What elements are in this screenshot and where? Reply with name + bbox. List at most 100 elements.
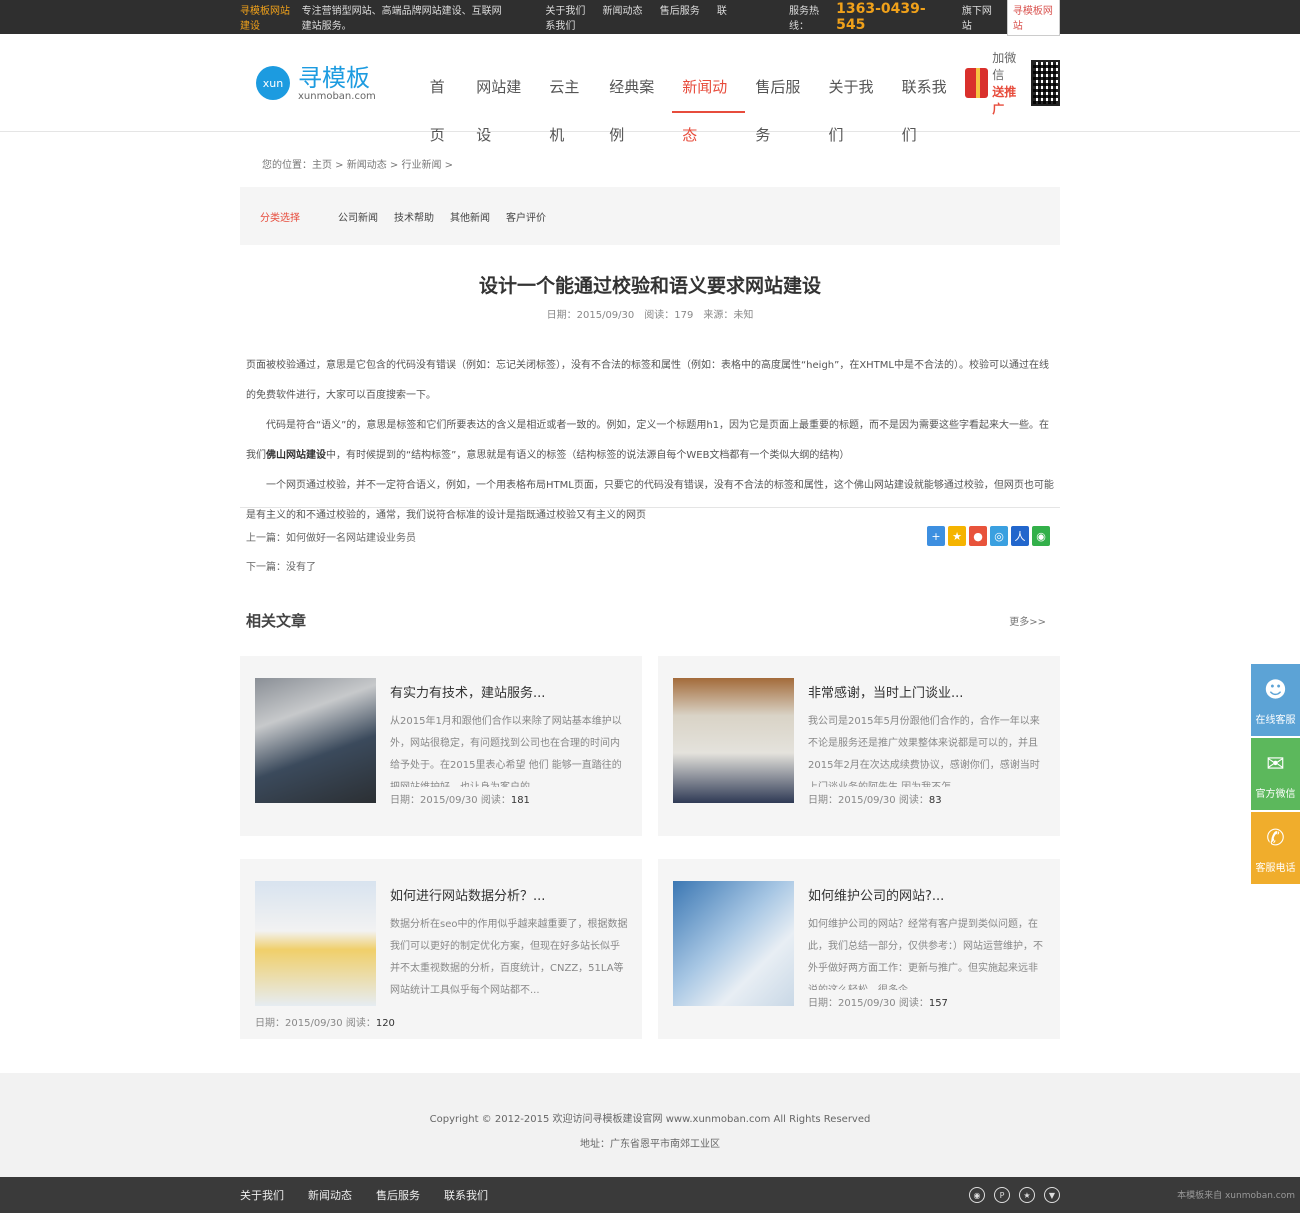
card-date: 日期：2015/09/30 阅读： <box>808 998 929 1009</box>
service-phone-button[interactable]: ✆ 客服电话 <box>1251 812 1300 884</box>
promo-line-2: 送推广 <box>992 85 1017 116</box>
share-tencent-icon[interactable]: ◎ <box>990 526 1008 546</box>
related-heading: 相关文章 <box>246 611 307 630</box>
nav-contact[interactable]: 联系我们 <box>892 63 965 144</box>
card-meta: 日期：2015/09/30 阅读：83 <box>808 791 1046 806</box>
logo[interactable]: xun 寻模板 xunmoban.com <box>240 65 396 102</box>
bottom-link-contact[interactable]: 联系我们 <box>444 1187 488 1203</box>
sister-sites-link[interactable]: 旗下网站 <box>962 2 995 32</box>
gift-icon <box>964 68 989 98</box>
card-thumbnail[interactable] <box>255 881 376 1006</box>
related-card[interactable]: 非常感谢，当时上门谈业... 我公司是2015年5月份跟他们合作的，合作一年以来… <box>658 656 1060 836</box>
logo-domain: xunmoban.com <box>298 90 376 102</box>
share-wechat-icon[interactable]: ◉ <box>1032 526 1050 546</box>
share-renren-icon[interactable]: 人 <box>1011 526 1029 546</box>
bottom-link-service[interactable]: 售后服务 <box>376 1187 420 1203</box>
location-icon[interactable]: ▼ <box>1044 1187 1060 1203</box>
copyright-text: Copyright © 2012-2015 欢迎访问寻模板建设官网 www.xu… <box>429 1114 871 1125</box>
share-bar: + ★ ● ◎ 人 ◉ <box>924 526 1050 546</box>
logo-title: 寻模板 <box>298 63 370 92</box>
share-weibo-icon[interactable]: ● <box>969 526 987 546</box>
promo-line-1: 加微信 <box>992 51 1017 82</box>
card-date: 日期：2015/09/30 阅读： <box>390 795 511 806</box>
top-link-about[interactable]: 关于我们 <box>545 6 585 17</box>
nav-website-build[interactable]: 网站建设 <box>466 63 539 144</box>
side-float-panel: ☻ 在线客服 ✉ 官方微信 ✆ 客服电话 <box>1251 664 1300 886</box>
card-meta: 日期：2015/09/30 阅读：120 <box>255 1014 395 1029</box>
address-text: 地址：广东省恩平市南郊工业区 <box>580 1139 720 1150</box>
footer: Copyright © 2012-2015 欢迎访问寻模板建设官网 www.xu… <box>0 1073 1300 1177</box>
article-title: 设计一个能通过校验和语义要求网站建设 <box>478 275 821 297</box>
article-meta: 日期：2015/09/30 阅读：179 来源：未知 <box>546 310 754 321</box>
category-company-news[interactable]: 公司新闻 <box>338 209 378 224</box>
side-label: 在线客服 <box>1255 715 1296 726</box>
card-meta: 日期：2015/09/30 阅读：181 <box>390 791 628 806</box>
card-title[interactable]: 非常感谢，当时上门谈业... <box>808 682 1046 701</box>
prev-next-nav: 上一篇：如何做好一名网站建设业务员 下一篇：没有了 + ★ ● ◎ 人 ◉ <box>240 508 1060 586</box>
nav-about[interactable]: 关于我们 <box>819 63 892 144</box>
card-description: 如何维护公司的网站？经常有客户提到类似问题，在此，我们总结一部分，仅供参考：）网… <box>808 919 1043 990</box>
card-thumbnail[interactable] <box>673 678 794 803</box>
template-credit: 本模板来自 xunmoban.com <box>1177 1191 1295 1201</box>
next-article-link[interactable]: 下一篇：没有了 <box>246 553 1060 582</box>
category-tech-help[interactable]: 技术帮助 <box>394 209 434 224</box>
card-date: 日期：2015/09/30 阅读： <box>255 1018 376 1029</box>
p-icon[interactable]: P <box>994 1187 1010 1203</box>
nav-cloud-host[interactable]: 云主机 <box>539 63 599 144</box>
top-link-service[interactable]: 售后服务 <box>660 6 700 17</box>
card-title[interactable]: 如何维护公司的网站?... <box>808 885 1046 904</box>
breadcrumb[interactable]: 您的位置：主页 > 新闻动态 > 行业新闻 > <box>240 132 1060 187</box>
phone-icon: ✆ <box>1266 826 1285 851</box>
logo-badge: xun <box>256 66 290 100</box>
card-description: 我公司是2015年5月份跟他们合作的，合作一年以来不论是服务还是推广效果整体来说… <box>808 716 1040 787</box>
card-description: 从2015年1月和跟他们合作以来除了网站基本维护以外，网站很稳定，有问题找到公司… <box>390 716 622 787</box>
hotline-label: 服务热线： <box>789 6 819 32</box>
share-more-icon[interactable]: + <box>927 526 945 546</box>
related-card[interactable]: 如何维护公司的网站?... 如何维护公司的网站？经常有客户提到类似问题，在此，我… <box>658 859 1060 1039</box>
related-card[interactable]: 如何进行网站数据分析？... 数据分析在seo中的作用似乎越来越重要了，根据数据… <box>240 859 642 1039</box>
category-bar: 分类选择 公司新闻 技术帮助 其他新闻 客户评价 <box>240 187 1060 245</box>
category-client-reviews[interactable]: 客户评价 <box>506 209 546 224</box>
card-views: 120 <box>375 1018 395 1029</box>
main-nav: 首页 网站建设 云主机 经典案例 新闻动态 售后服务 关于我们 联系我们 <box>420 53 965 144</box>
card-title[interactable]: 如何进行网站数据分析？... <box>390 885 628 904</box>
bottom-link-news[interactable]: 新闻动态 <box>308 1187 352 1203</box>
bottom-bar: 关于我们 新闻动态 售后服务 联系我们 ◉ P ★ ▼ 本模板来自 xunmob… <box>0 1177 1300 1213</box>
card-thumbnail[interactable] <box>255 678 376 803</box>
nav-news[interactable]: 新闻动态 <box>672 63 746 144</box>
weibo-icon[interactable]: ◉ <box>969 1187 985 1203</box>
top-slogan: 专注营销型网站、高端品牌网站建设、互联网建站服务。 <box>301 6 502 32</box>
related-card[interactable]: 有实力有技术，建站服务... 从2015年1月和跟他们合作以来除了网站基本维护以… <box>240 656 642 836</box>
article-paragraph: 页面被校验通过，意思是它包含的代码没有错误（例如：忘记关闭标签），没有不合法的标… <box>246 360 1049 401</box>
top-bar: 寻模板网站建设 专注营销型网站、高端品牌网站建设、互联网建站服务。 关于我们 新… <box>0 0 1300 36</box>
card-description: 数据分析在seo中的作用似乎越来越重要了，根据数据我们可以更好的制定优化方案，但… <box>390 919 628 996</box>
nav-home[interactable]: 首页 <box>420 63 467 144</box>
card-views: 83 <box>928 795 942 806</box>
paragraph-text: 中，有时候提到的“结构标签”，意思就是有语义的标签（结构标签的说法源自每个WEB… <box>326 450 850 461</box>
card-thumbnail[interactable] <box>673 881 794 1006</box>
qr-code-icon <box>1030 60 1060 106</box>
article-paragraph: 代码是符合“语义”的，意思是标签和它们所要表达的含义是相近或者一致的。例如，定义… <box>246 411 1054 471</box>
keyword-link[interactable]: 佛山网站建设 <box>266 450 326 461</box>
category-other-news[interactable]: 其他新闻 <box>450 209 490 224</box>
card-date: 日期：2015/09/30 阅读： <box>808 795 929 806</box>
nav-cases[interactable]: 经典案例 <box>599 63 672 144</box>
bottom-link-about[interactable]: 关于我们 <box>240 1187 284 1203</box>
card-views: 157 <box>928 998 948 1009</box>
top-link-news[interactable]: 新闻动态 <box>603 6 643 17</box>
card-views: 181 <box>510 795 530 806</box>
top-brand-link[interactable]: 寻模板网站建设 <box>240 2 298 32</box>
site-tag-button[interactable]: 寻模板网站 <box>1006 0 1060 36</box>
card-title[interactable]: 有实力有技术，建站服务... <box>390 682 628 701</box>
wechat-promo[interactable]: 加微信 送推广 <box>964 49 1060 117</box>
share-qzone-icon[interactable]: ★ <box>948 526 966 546</box>
related-more-link[interactable]: 更多>> <box>1009 613 1046 628</box>
category-label: 分类选择 <box>260 212 300 224</box>
nav-service[interactable]: 售后服务 <box>745 63 818 144</box>
article-body: 页面被校验通过，意思是它包含的代码没有错误（例如：忘记关闭标签），没有不合法的标… <box>240 321 1060 521</box>
star-icon[interactable]: ★ <box>1019 1187 1035 1203</box>
official-wechat-button[interactable]: ✉ 官方微信 <box>1251 738 1300 810</box>
wechat-icon: ✉ <box>1266 752 1285 777</box>
online-service-button[interactable]: ☻ 在线客服 <box>1251 664 1300 736</box>
hotline-number: 1363-0439-545 <box>836 1 926 33</box>
